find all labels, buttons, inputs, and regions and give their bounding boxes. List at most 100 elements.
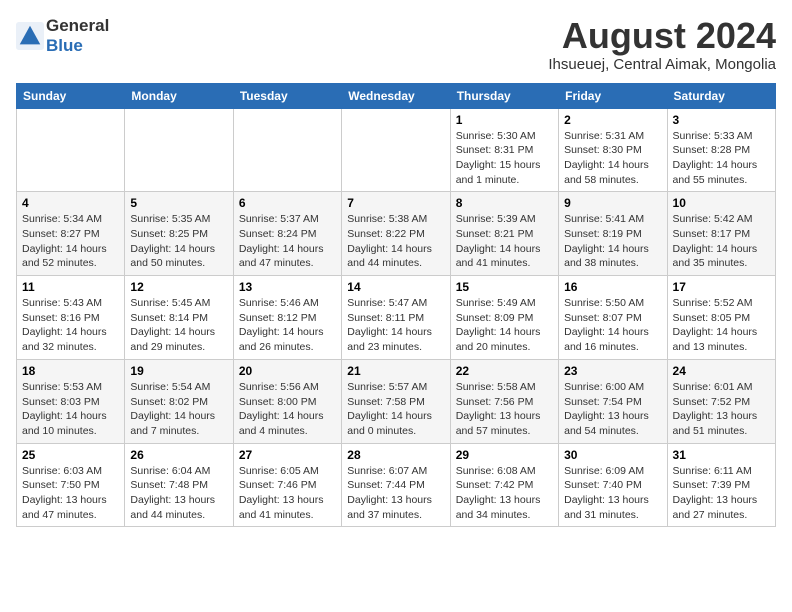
day-info: Sunrise: 6:04 AMSunset: 7:48 PMDaylight:… bbox=[130, 464, 227, 523]
calendar-cell: 3Sunrise: 5:33 AMSunset: 8:28 PMDaylight… bbox=[667, 108, 775, 192]
calendar-table: SundayMondayTuesdayWednesdayThursdayFrid… bbox=[16, 83, 776, 528]
day-number: 23 bbox=[564, 364, 661, 378]
logo-blue-text: Blue bbox=[46, 36, 83, 55]
calendar-cell: 28 Sunrise: 6:07 AMSunset: 7:44 PMDayligh… bbox=[342, 443, 450, 527]
day-info: Sunrise: 5:31 AMSunset: 8:30 PMDaylight:… bbox=[564, 129, 661, 188]
day-info: Sunrise: 6:11 AMSunset: 7:39 PMDaylight:… bbox=[673, 464, 770, 523]
day-number: 2 bbox=[564, 113, 661, 127]
calendar-cell: 20Sunrise: 5:56 AMSunset: 8:00 PMDayligh… bbox=[233, 359, 341, 443]
day-info: Sunrise: 5:54 AMSunset: 8:02 PMDaylight:… bbox=[130, 380, 227, 439]
calendar-cell: 27 Sunrise: 6:05 AMSunset: 7:46 PMDayligh… bbox=[233, 443, 341, 527]
page-header: General Blue August 2024 Ihsueuej, Centr… bbox=[16, 16, 776, 73]
calendar-cell: 13Sunrise: 5:46 AMSunset: 8:12 PMDayligh… bbox=[233, 276, 341, 360]
day-number: 1 bbox=[456, 113, 553, 127]
day-number: 17 bbox=[673, 280, 770, 294]
calendar-cell bbox=[233, 108, 341, 192]
weekday-header-friday: Friday bbox=[559, 83, 667, 108]
day-info: Sunrise: 6:09 AMSunset: 7:40 PMDaylight:… bbox=[564, 464, 661, 523]
day-number: 31 bbox=[673, 448, 770, 462]
day-info: Sunrise: 6:00 AMSunset: 7:54 PMDaylight:… bbox=[564, 380, 661, 439]
weekday-header-thursday: Thursday bbox=[450, 83, 558, 108]
day-info: Sunrise: 5:30 AMSunset: 8:31 PMDaylight:… bbox=[456, 129, 553, 188]
calendar-week-row: 25Sunrise: 6:03 AMSunset: 7:50 PMDayligh… bbox=[17, 443, 776, 527]
logo-general-text: General bbox=[46, 16, 109, 35]
weekday-header-row: SundayMondayTuesdayWednesdayThursdayFrid… bbox=[17, 83, 776, 108]
day-info: Sunrise: 5:58 AMSunset: 7:56 PMDaylight:… bbox=[456, 380, 553, 439]
weekday-header-sunday: Sunday bbox=[17, 83, 125, 108]
day-number: 18 bbox=[22, 364, 119, 378]
day-number: 30 bbox=[564, 448, 661, 462]
calendar-cell: 4 Sunrise: 5:34 AMSunset: 8:27 PMDaylight… bbox=[17, 192, 125, 276]
calendar-cell: 8 Sunrise: 5:39 AMSunset: 8:21 PMDaylight… bbox=[450, 192, 558, 276]
calendar-cell bbox=[17, 108, 125, 192]
calendar-cell: 12Sunrise: 5:45 AMSunset: 8:14 PMDayligh… bbox=[125, 276, 233, 360]
day-info: Sunrise: 5:42 AMSunset: 8:17 PMDaylight:… bbox=[673, 212, 770, 271]
calendar-cell: 21Sunrise: 5:57 AMSunset: 7:58 PMDayligh… bbox=[342, 359, 450, 443]
day-info: Sunrise: 5:53 AMSunset: 8:03 PMDaylight:… bbox=[22, 380, 119, 439]
calendar-cell: 18 Sunrise: 5:53 AMSunset: 8:03 PMDayligh… bbox=[17, 359, 125, 443]
calendar-week-row: 18 Sunrise: 5:53 AMSunset: 8:03 PMDayligh… bbox=[17, 359, 776, 443]
calendar-cell: 17 Sunrise: 5:52 AMSunset: 8:05 PMDayligh… bbox=[667, 276, 775, 360]
day-info: Sunrise: 5:37 AMSunset: 8:24 PMDaylight:… bbox=[239, 212, 336, 271]
day-number: 24 bbox=[673, 364, 770, 378]
calendar-cell: 1 Sunrise: 5:30 AMSunset: 8:31 PMDaylight… bbox=[450, 108, 558, 192]
day-info: Sunrise: 5:39 AMSunset: 8:21 PMDaylight:… bbox=[456, 212, 553, 271]
day-number: 8 bbox=[456, 196, 553, 210]
calendar-cell bbox=[125, 108, 233, 192]
calendar-cell: 30 Sunrise: 6:09 AMSunset: 7:40 PMDayligh… bbox=[559, 443, 667, 527]
day-number: 11 bbox=[22, 280, 119, 294]
weekday-header-monday: Monday bbox=[125, 83, 233, 108]
day-info: Sunrise: 5:43 AMSunset: 8:16 PMDaylight:… bbox=[22, 296, 119, 355]
weekday-header-saturday: Saturday bbox=[667, 83, 775, 108]
day-info: Sunrise: 5:41 AMSunset: 8:19 PMDaylight:… bbox=[564, 212, 661, 271]
day-info: Sunrise: 5:50 AMSunset: 8:07 PMDaylight:… bbox=[564, 296, 661, 355]
day-number: 19 bbox=[130, 364, 227, 378]
day-number: 4 bbox=[22, 196, 119, 210]
calendar-cell bbox=[342, 108, 450, 192]
logo: General Blue bbox=[16, 16, 109, 56]
calendar-cell: 11 Sunrise: 5:43 AMSunset: 8:16 PMDayligh… bbox=[17, 276, 125, 360]
weekday-header-wednesday: Wednesday bbox=[342, 83, 450, 108]
day-info: Sunrise: 5:57 AMSunset: 7:58 PMDaylight:… bbox=[347, 380, 444, 439]
day-info: Sunrise: 6:05 AMSunset: 7:46 PMDaylight:… bbox=[239, 464, 336, 523]
calendar-week-row: 11 Sunrise: 5:43 AMSunset: 8:16 PMDayligh… bbox=[17, 276, 776, 360]
day-info: Sunrise: 5:34 AMSunset: 8:27 PMDaylight:… bbox=[22, 212, 119, 271]
day-number: 28 bbox=[347, 448, 444, 462]
day-number: 20 bbox=[239, 364, 336, 378]
day-info: Sunrise: 5:49 AMSunset: 8:09 PMDaylight:… bbox=[456, 296, 553, 355]
calendar-cell: 24Sunrise: 6:01 AMSunset: 7:52 PMDayligh… bbox=[667, 359, 775, 443]
calendar-cell: 31 Sunrise: 6:11 AMSunset: 7:39 PMDayligh… bbox=[667, 443, 775, 527]
day-number: 7 bbox=[347, 196, 444, 210]
day-number: 26 bbox=[130, 448, 227, 462]
month-year-title: August 2024 bbox=[548, 16, 776, 56]
calendar-week-row: 4 Sunrise: 5:34 AMSunset: 8:27 PMDaylight… bbox=[17, 192, 776, 276]
calendar-cell: 10Sunrise: 5:42 AMSunset: 8:17 PMDayligh… bbox=[667, 192, 775, 276]
day-info: Sunrise: 5:33 AMSunset: 8:28 PMDaylight:… bbox=[673, 129, 770, 188]
calendar-cell: 6 Sunrise: 5:37 AMSunset: 8:24 PMDaylight… bbox=[233, 192, 341, 276]
calendar-cell: 9 Sunrise: 5:41 AMSunset: 8:19 PMDaylight… bbox=[559, 192, 667, 276]
day-number: 22 bbox=[456, 364, 553, 378]
calendar-cell: 26 Sunrise: 6:04 AMSunset: 7:48 PMDayligh… bbox=[125, 443, 233, 527]
calendar-cell: 7Sunrise: 5:38 AMSunset: 8:22 PMDaylight… bbox=[342, 192, 450, 276]
calendar-cell: 29 Sunrise: 6:08 AMSunset: 7:42 PMDayligh… bbox=[450, 443, 558, 527]
calendar-cell: 15 Sunrise: 5:49 AMSunset: 8:09 PMDayligh… bbox=[450, 276, 558, 360]
day-number: 9 bbox=[564, 196, 661, 210]
day-number: 14 bbox=[347, 280, 444, 294]
calendar-cell: 2 Sunrise: 5:31 AMSunset: 8:30 PMDaylight… bbox=[559, 108, 667, 192]
day-info: Sunrise: 5:52 AMSunset: 8:05 PMDaylight:… bbox=[673, 296, 770, 355]
day-number: 6 bbox=[239, 196, 336, 210]
calendar-cell: 22 Sunrise: 5:58 AMSunset: 7:56 PMDayligh… bbox=[450, 359, 558, 443]
day-number: 15 bbox=[456, 280, 553, 294]
day-info: Sunrise: 5:35 AMSunset: 8:25 PMDaylight:… bbox=[130, 212, 227, 271]
calendar-cell: 23 Sunrise: 6:00 AMSunset: 7:54 PMDayligh… bbox=[559, 359, 667, 443]
day-info: Sunrise: 6:07 AMSunset: 7:44 PMDaylight:… bbox=[347, 464, 444, 523]
calendar-cell: 16Sunrise: 5:50 AMSunset: 8:07 PMDayligh… bbox=[559, 276, 667, 360]
calendar-week-row: 1 Sunrise: 5:30 AMSunset: 8:31 PMDaylight… bbox=[17, 108, 776, 192]
day-number: 29 bbox=[456, 448, 553, 462]
day-number: 27 bbox=[239, 448, 336, 462]
day-info: Sunrise: 5:46 AMSunset: 8:12 PMDaylight:… bbox=[239, 296, 336, 355]
day-number: 5 bbox=[130, 196, 227, 210]
day-info: Sunrise: 6:08 AMSunset: 7:42 PMDaylight:… bbox=[456, 464, 553, 523]
day-number: 25 bbox=[22, 448, 119, 462]
calendar-cell: 14Sunrise: 5:47 AMSunset: 8:11 PMDayligh… bbox=[342, 276, 450, 360]
